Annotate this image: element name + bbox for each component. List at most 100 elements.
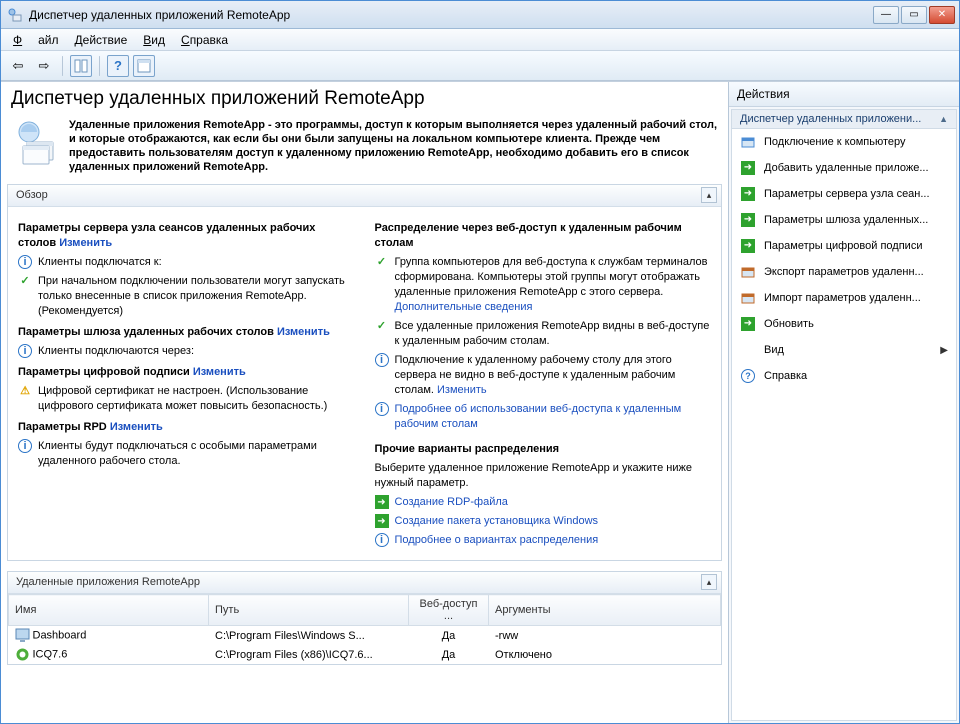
check-icon: ✓	[18, 274, 32, 288]
menu-view[interactable]: Вид	[135, 31, 173, 49]
help-icon: ?	[740, 368, 756, 384]
chevron-right-icon: ▶	[940, 345, 948, 356]
intro: Удаленные приложения RemoteApp - это про…	[1, 118, 728, 184]
webaccess-visible-text: Все удаленные приложения RemoteApp видны…	[395, 319, 712, 349]
action-item-4[interactable]: ➜ Параметры цифровой подписи	[732, 233, 956, 259]
refresh-icon: ➜	[740, 316, 756, 332]
action-item-1[interactable]: ➜ Добавить удаленные приложе...	[732, 155, 956, 181]
main-pane: Диспетчер удаленных приложений RemoteApp…	[1, 82, 729, 723]
cell-name: ICQ7.6	[33, 648, 68, 660]
action-label: Справка	[764, 370, 807, 382]
help-button[interactable]: ?	[107, 55, 129, 77]
signature-settings-heading: Параметры цифровой подписи	[18, 366, 190, 378]
webaccess-heading: Распределение через веб-доступ к удаленн…	[375, 221, 712, 251]
actions-heading: Действия	[729, 82, 959, 107]
remoteapps-collapse-button[interactable]: ▴	[701, 574, 717, 590]
action-item-9[interactable]: ? Справка	[732, 363, 956, 389]
page-header: Диспетчер удаленных приложений RemoteApp	[1, 82, 728, 118]
computer-connect-icon	[740, 134, 756, 150]
gateway-settings-change-link[interactable]: Изменить	[277, 326, 330, 338]
cell-path: C:\Program Files\Windows S...	[209, 626, 409, 646]
action-label: Параметры сервера узла сеан...	[764, 188, 930, 200]
export-icon	[740, 264, 756, 280]
action-label: Вид	[764, 344, 784, 356]
menu-file[interactable]: Файл	[5, 31, 67, 49]
action-item-0[interactable]: Подключение к компьютеру	[732, 129, 956, 155]
remoteapps-section: Удаленные приложения RemoteApp ▴ Имя Пут…	[7, 571, 722, 665]
app-icon	[15, 628, 30, 643]
info-icon: i	[375, 402, 389, 416]
maximize-button[interactable]: ▭	[901, 6, 927, 24]
action-label: Подключение к компьютеру	[764, 136, 906, 148]
webaccess-group-text: Группа компьютеров для веб-доступа к слу…	[395, 256, 708, 298]
other-dist-heading: Прочие варианты распределения	[375, 442, 712, 457]
action-item-5[interactable]: Экспорт параметров удаленн...	[732, 259, 956, 285]
rdsh-connect-text: Клиенты подключатся к:	[38, 255, 355, 270]
webaccess-learnmore-link[interactable]: Подробнее об использовании веб-доступа к…	[395, 402, 712, 432]
menu-action[interactable]: Действие	[67, 31, 136, 49]
other-dist-sub: Выберите удаленное приложение RemoteApp …	[375, 461, 712, 491]
action-label: Параметры цифровой подписи	[764, 240, 922, 252]
app-icon	[7, 7, 23, 23]
col-name[interactable]: Имя	[9, 595, 209, 626]
cell-path: C:\Program Files (x86)\ICQ7.6...	[209, 645, 409, 664]
action-item-3[interactable]: ➜Параметры шлюза удаленных...	[732, 207, 956, 233]
signature-settings-icon: ➜	[740, 238, 756, 254]
actions-group-header[interactable]: Диспетчер удаленных приложени... ▲	[732, 110, 956, 129]
info-icon: i	[375, 533, 389, 547]
create-msi-link[interactable]: Создание пакета установщика Windows	[395, 514, 712, 529]
signature-settings-change-link[interactable]: Изменить	[193, 366, 246, 378]
chevron-up-icon: ▲	[939, 114, 948, 124]
action-item-8[interactable]: Вид ▶	[732, 337, 956, 363]
action-label: Обновить	[764, 318, 814, 330]
action-item-6[interactable]: Импорт параметров удаленн...	[732, 285, 956, 311]
rdp-custom-text: Клиенты будут подключаться с особыми пар…	[38, 439, 355, 469]
minimize-button[interactable]: —	[873, 6, 899, 24]
actions-pane: Действия Диспетчер удаленных приложени..…	[729, 82, 959, 723]
window-title: Диспетчер удаленных приложений RemoteApp	[29, 8, 873, 22]
check-icon: ✓	[375, 319, 389, 333]
menu-help[interactable]: Справка	[173, 31, 236, 49]
actions-group-label: Диспетчер удаленных приложени...	[740, 113, 921, 125]
overview-heading: Обзор ▴	[8, 185, 721, 207]
close-button[interactable]: ✕	[929, 6, 955, 24]
show-hide-tree-button[interactable]	[70, 55, 92, 77]
app-window: Диспетчер удаленных приложений RemoteApp…	[0, 0, 960, 724]
create-rdp-link[interactable]: Создание RDP-файла	[395, 495, 712, 510]
intro-icon	[11, 118, 59, 166]
info-icon: i	[375, 353, 389, 367]
rdp-settings-heading: Параметры RPD	[18, 421, 107, 433]
window-buttons: — ▭ ✕	[873, 6, 959, 24]
webaccess-moreinfo-link[interactable]: Дополнительные сведения	[395, 301, 533, 313]
info-icon: i	[18, 344, 32, 358]
remoteapps-table: Имя Путь Веб-доступ ... Аргументы Dashbo…	[8, 594, 721, 664]
col-args[interactable]: Аргументы	[489, 595, 721, 626]
action-item-7[interactable]: ➜ Обновить	[732, 311, 956, 337]
back-button[interactable]: ⇦	[7, 55, 29, 77]
warning-icon: ⚠	[18, 384, 32, 398]
col-path[interactable]: Путь	[209, 595, 409, 626]
rdsh-allowlist-text: При начальном подключении пользователи м…	[38, 274, 355, 319]
rdp-settings-change-link[interactable]: Изменить	[110, 421, 163, 433]
properties-button[interactable]	[133, 55, 155, 77]
webaccess-hidden-change-link[interactable]: Изменить	[437, 384, 487, 396]
action-label: Добавить удаленные приложе...	[764, 162, 929, 174]
action-item-2[interactable]: ➜ Параметры сервера узла сеан...	[732, 181, 956, 207]
check-icon: ✓	[375, 255, 389, 269]
arrow-right-icon: ➜	[375, 514, 389, 528]
import-icon	[740, 290, 756, 306]
gateway-connect-text: Клиенты подключаются через:	[38, 344, 355, 359]
gateway-settings-heading: Параметры шлюза удаленных рабочих столов	[18, 326, 274, 338]
dist-learnmore-link[interactable]: Подробнее о вариантах распределения	[395, 533, 712, 548]
forward-button[interactable]: ⇨	[33, 55, 55, 77]
col-web[interactable]: Веб-доступ ...	[409, 595, 489, 626]
action-label: Параметры шлюза удаленных...	[764, 214, 928, 226]
rdsh-settings-change-link[interactable]: Изменить	[59, 237, 112, 249]
table-row[interactable]: Dashboard C:\Program Files\Windows S... …	[9, 626, 721, 646]
add-app-icon: ➜	[740, 160, 756, 176]
table-row[interactable]: ICQ7.6 C:\Program Files (x86)\ICQ7.6... …	[9, 645, 721, 664]
server-settings-icon: ➜	[740, 186, 756, 202]
overview-collapse-button[interactable]: ▴	[701, 187, 717, 203]
view-icon	[740, 342, 756, 358]
remoteapps-heading: Удаленные приложения RemoteApp ▴	[8, 572, 721, 594]
